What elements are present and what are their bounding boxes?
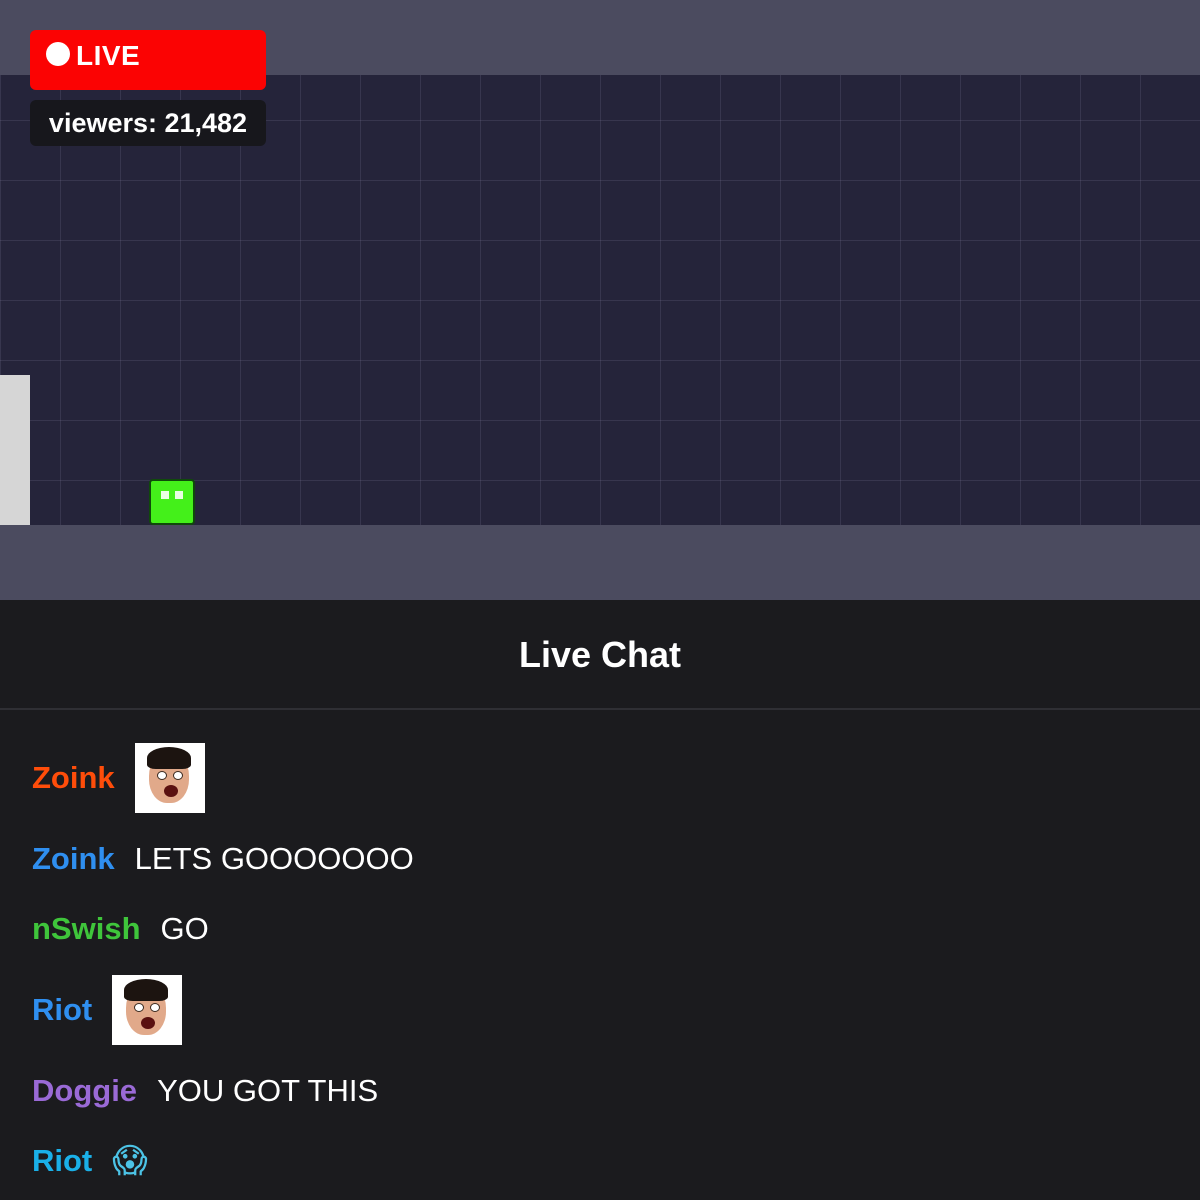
chat-username[interactable]: nSwish: [32, 911, 141, 947]
screaming-face-icon: 😱: [112, 1141, 148, 1181]
chat-message: Riot: [32, 975, 183, 1045]
chat-message-text: GO: [160, 911, 209, 946]
pogchamp-emote-icon: [134, 743, 205, 813]
chat-username[interactable]: Doggie: [32, 1073, 137, 1109]
live-label: LIVE: [76, 40, 141, 71]
pogchamp-emote-icon: [112, 975, 183, 1045]
chat-username[interactable]: Zoink: [32, 841, 115, 877]
chat-message: nSwish GO: [32, 894, 209, 964]
floor: [0, 525, 1200, 600]
chat-message-text: YOU GOT THIS: [157, 1073, 379, 1108]
chat-message-text: LETS GOOOOOOO: [134, 841, 414, 876]
chat-message: Zoink LETS GOOOOOOO: [32, 824, 414, 894]
chat-title: Live Chat: [0, 600, 1200, 710]
live-chat-panel: Live Chat Zoink Zoink LETS GOOOOOOO nSwi…: [0, 600, 1200, 1200]
chat-username[interactable]: Riot: [32, 992, 92, 1028]
player-character: [149, 479, 195, 525]
live-badge: LIVE: [30, 30, 266, 90]
chat-message: Zoink: [32, 743, 205, 813]
viewer-count: viewers: 21,482: [30, 100, 266, 146]
player-eye: [161, 491, 169, 499]
wall-block: [0, 375, 30, 525]
chat-username[interactable]: Zoink: [32, 760, 115, 796]
live-dot-icon: [46, 42, 70, 66]
chat-username[interactable]: Riot: [32, 1143, 92, 1179]
chat-message: Doggie YOU GOT THIS: [32, 1056, 378, 1126]
stream-view: LIVE viewers: 21,482: [0, 0, 1200, 600]
chat-message: Riot 😱: [32, 1126, 148, 1196]
player-eye: [175, 491, 183, 499]
